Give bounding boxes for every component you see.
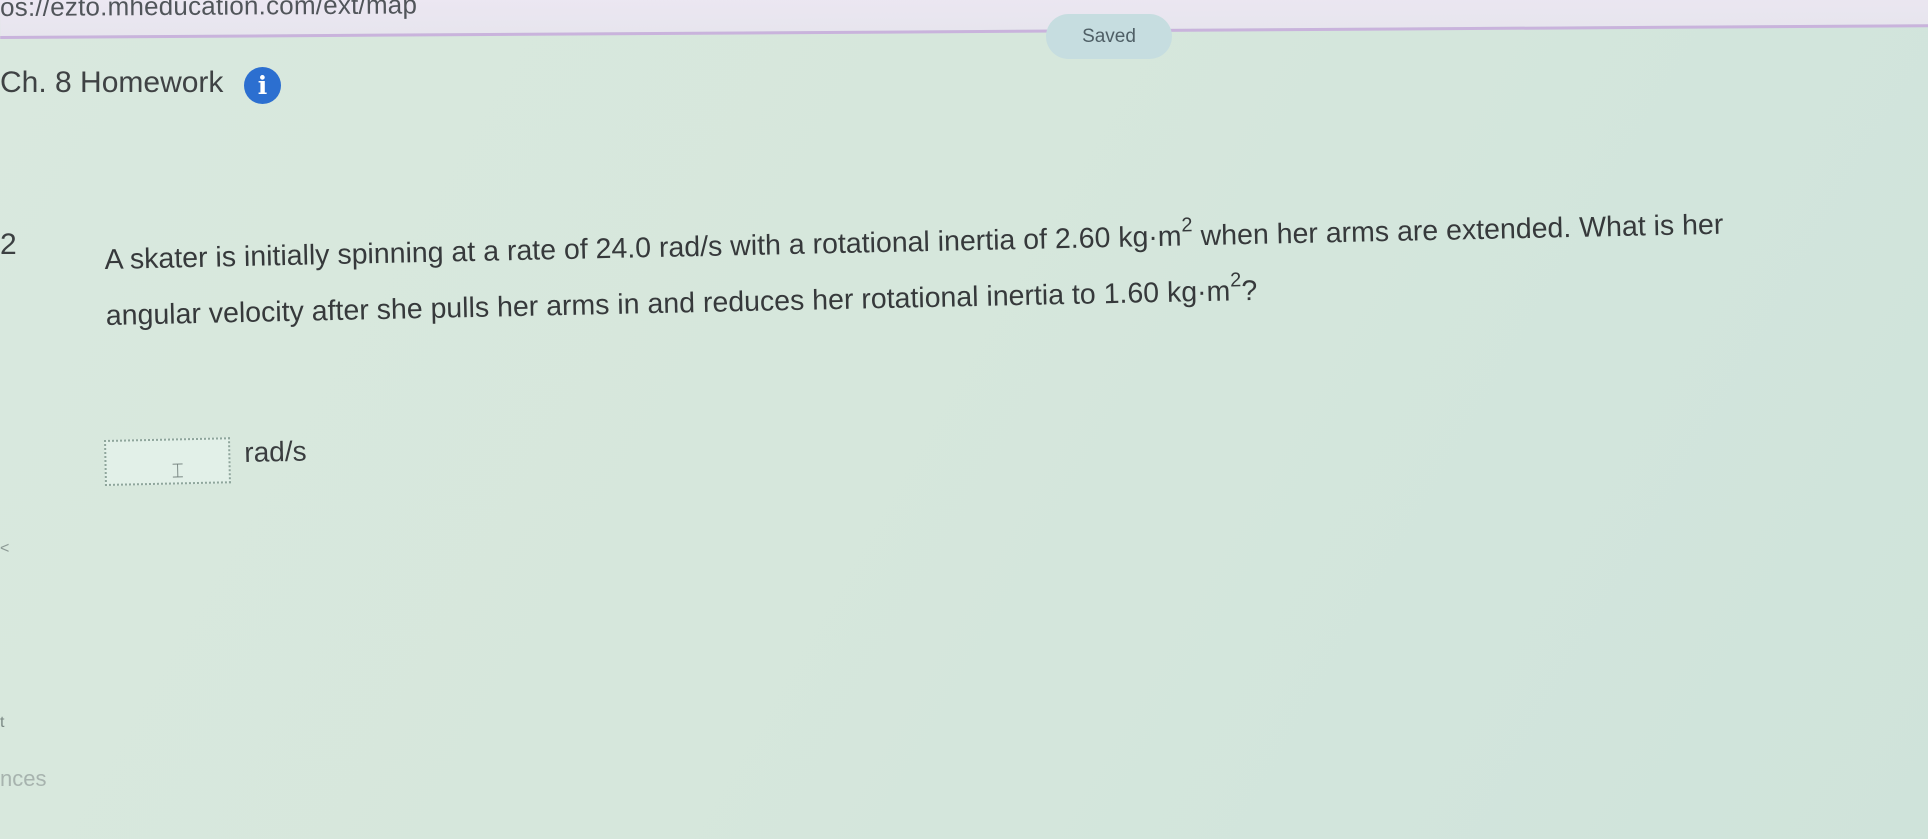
- assignment-title: Ch. 8 Homework: [0, 66, 224, 99]
- answer-unit-label: rad/s: [243, 435, 307, 468]
- info-icon[interactable]: i: [244, 67, 281, 104]
- superscript-exponent: 2: [1181, 214, 1193, 237]
- question-number-fragment: 2: [0, 228, 17, 261]
- browser-address-bar[interactable]: os://ezto.mheducation.com/ext/map: [0, 0, 1928, 39]
- collapse-chevron-icon[interactable]: <: [0, 540, 9, 558]
- sidebar-item-references[interactable]: nces: [0, 766, 46, 792]
- question-line-2-suffix: ?: [1241, 274, 1258, 308]
- question-text: A skater is initially spinning at a rate…: [104, 195, 1806, 344]
- question-line-1-suffix: when her arms are extended. What is her: [1192, 208, 1724, 253]
- answer-input[interactable]: [104, 437, 231, 486]
- question-line-2-text: angular velocity after she pulls her arm…: [105, 275, 1231, 332]
- sidebar-fragment: t: [0, 714, 5, 731]
- saved-status-badge: Saved: [1046, 14, 1172, 59]
- superscript-exponent: 2: [1229, 269, 1242, 292]
- url-text[interactable]: os://ezto.mheducation.com/ext/map: [0, 0, 417, 23]
